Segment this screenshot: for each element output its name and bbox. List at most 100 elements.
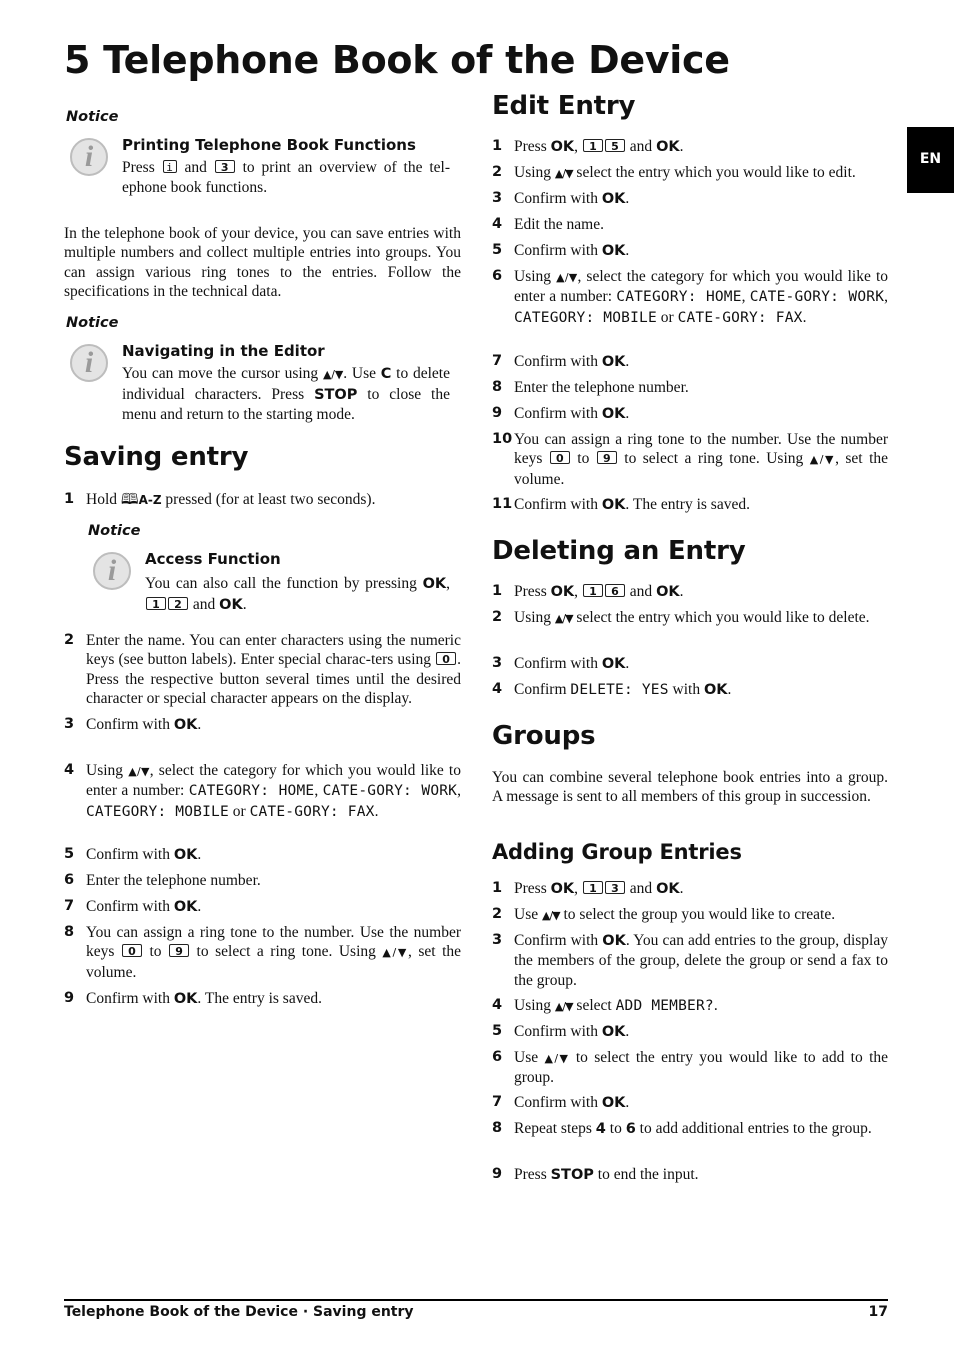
text: to [142,943,169,961]
text: Press [514,880,551,897]
step: 9 Confirm with OK. [492,404,888,424]
step-text: Confirm with OK. [514,352,888,372]
step: 7 Confirm with OK. [492,352,888,372]
step-text: Using ▲/▼, select the category for which… [86,761,461,822]
text: . [625,1023,630,1040]
text: to select a ring tone. Using [190,943,383,961]
step-number: 3 [492,932,503,948]
notice-title: Navigating in the Editor [122,342,325,360]
step: 2 Enter the name. You can enter character… [64,631,461,708]
bold-label: OK [173,991,198,1007]
display-text: DELETE: YES [570,682,669,698]
step: 3 Confirm with OK. [492,654,888,674]
footer-breadcrumb: Telephone Book of the Device · Saving en… [64,1304,414,1320]
step: 11 Confirm with OK. The entry is saved. [492,495,888,515]
step: 3 Confirm with OK. [64,715,461,735]
text: , [446,575,450,592]
step: 10 You can assign a ring tone to the numb… [492,430,888,489]
page-number: 17 [868,1304,888,1320]
notice-label: Notice [66,315,119,331]
text: Confirm with [86,716,174,733]
step: 7 Confirm with OK. [64,897,461,917]
bold-label: OK [656,881,680,897]
step-text: Enter the telephone number. [514,378,888,397]
text: and [625,138,657,155]
key-label: 1 [146,596,166,611]
step-number: 5 [492,1023,503,1039]
text: Confirm with [514,405,602,422]
text: . [197,846,202,863]
text: Using [514,997,555,1014]
text: Confirm with [514,190,602,207]
step: 4 Confirm DELETE: YES with OK. [492,680,888,700]
bold-label: OK [173,899,198,915]
text: Enter the telephone number. [86,872,261,889]
key-label: A-Z [138,493,162,507]
footer-divider [64,1299,888,1301]
up-down-arrows-icon: ▲/▼ [382,946,409,960]
text: or [656,308,678,326]
bold-label: OK [422,576,447,592]
text: , [574,880,582,897]
step: 5 Confirm with OK. [64,845,461,865]
bold-label: OK [602,933,626,949]
bold-label: OK [601,656,626,672]
step: 9 Confirm with OK. The entry is saved. [64,989,461,1009]
text: and [625,880,657,897]
text: . [625,655,630,672]
step-number: 1 [64,491,75,507]
step-text: Confirm with OK. [86,845,461,865]
step-text: Confirm with OK. [86,897,461,917]
text: You can move the cursor using [122,365,323,382]
phonebook-icon: 🕮 [120,490,139,508]
step-text: Confirm with OK. The entry is saved. [86,989,461,1009]
display-text: CATE-GORY: FAX [677,309,803,326]
key-label: 5 [604,139,625,153]
bold-label: STOP [550,1167,594,1183]
subheading-adding-group-entries: Adding Group Entries [492,840,742,864]
display-text: CATEGORY: HOME [188,783,315,800]
text: . Use [343,365,381,382]
text: Confirm with [86,898,174,915]
step: 3 Confirm with OK. You can add entries to… [492,931,888,990]
step-number: 1 [492,138,503,154]
step-text: Using ▲/▼ select ADD MEMBER?. [514,996,888,1016]
step-number: 4 [64,762,75,778]
step: 8 Repeat steps 4 to 6 to add additional e… [492,1119,888,1139]
text: with [668,681,704,698]
text: Hold [86,491,121,508]
text: Confirm with [514,1023,602,1040]
up-down-arrows-icon: ▲/▼ [554,612,574,625]
text: to end the input. [593,1166,699,1183]
display-text: CATEGORY: HOME [616,289,742,306]
text: Confirm with [514,932,603,949]
display-text: CATE-GORY: WORK [749,289,885,306]
key-label: 0 [549,451,570,465]
key-label: 3 [214,160,235,174]
text: . [625,242,630,259]
text: Using [86,762,129,779]
step-text: Using ▲/▼, select the category for which… [514,267,888,328]
text: . [713,997,718,1014]
key-label: 6 [604,584,625,598]
key-label: 1 [582,584,603,598]
text: Enter the name. You can enter characters… [86,632,461,669]
key-label: 9 [169,944,190,958]
step-number: 7 [492,353,503,369]
step-text: Confirm with OK. [514,404,888,424]
display-text: CATEGORY: MOBILE [86,803,229,820]
text: , [884,288,888,306]
key-label: i [162,160,177,174]
section-heading-groups: Groups [492,721,596,751]
notice-label: Notice [66,109,119,125]
text: to add additional entries to the group. [635,1120,872,1137]
text: select the entry which you would like to… [572,609,870,626]
section-heading-saving-entry: Saving entry [64,442,249,472]
step-number: 8 [492,1120,503,1136]
text: Enter the telephone number. [514,379,689,396]
step-text: Confirm with OK. [514,654,888,674]
text: Confirm [514,681,571,698]
step-text: You can assign a ring tone to the number… [514,430,888,489]
text: Repeat steps [514,1120,596,1137]
text: pressed (for at least two seconds). [161,491,376,508]
